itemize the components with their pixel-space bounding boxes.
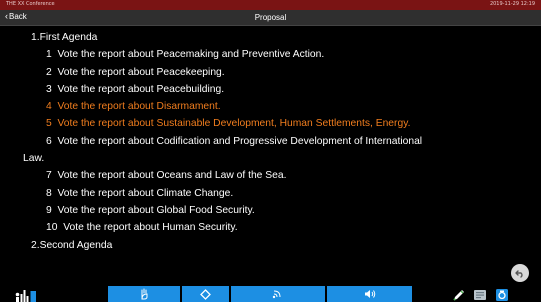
status-bar-right-text: 2019-11-29 12:19 — [489, 1, 535, 7]
agenda-item-6[interactable]: 6 Vote the report about Codification and… — [0, 133, 541, 168]
document-button[interactable] — [473, 288, 487, 302]
undo-button[interactable] — [511, 264, 529, 282]
agenda-item-text: Vote the report about Peacemaking and Pr… — [57, 49, 325, 61]
agenda-item-text: Vote the report about Peacebuilding. — [57, 83, 225, 95]
agenda-item-2[interactable]: 2 Vote the report about Peacekeeping. — [0, 64, 541, 81]
second-agenda-heading[interactable]: 2.Second Agenda — [0, 237, 541, 254]
agenda-item-1[interactable]: 1 Vote the report about Peacemaking and … — [0, 46, 541, 63]
agenda-item-number: 9 — [46, 204, 52, 216]
camera-icon — [496, 289, 508, 301]
diamond-icon — [200, 288, 211, 300]
agenda-item-7[interactable]: 7 Vote the report about Oceans and Law o… — [0, 167, 541, 184]
agenda-item-text: Vote the report about Codification and P… — [57, 135, 423, 147]
pen-button[interactable] — [452, 288, 466, 302]
agenda-item-text: Vote the report about Peacekeeping. — [57, 66, 225, 78]
agenda-item-text: Vote the report about Climate Change. — [57, 187, 234, 199]
bottom-toolbar — [0, 286, 541, 302]
speaker-icon — [364, 290, 375, 298]
agenda-item-number: 10 — [46, 222, 58, 234]
agenda-item-text: Vote the report about Global Food Securi… — [57, 204, 255, 216]
hand-raise-button[interactable] — [108, 286, 180, 302]
agenda-item-number: 3 — [46, 83, 52, 95]
first-agenda-heading[interactable]: 1.First Agenda — [0, 29, 541, 46]
camera-button[interactable] — [495, 288, 509, 302]
proposal-content: 1.First Agenda 1 Vote the report about P… — [0, 29, 541, 254]
undo-icon — [515, 270, 523, 278]
agenda-item-5[interactable]: 5 Vote the report about Sustainable Deve… — [0, 115, 541, 132]
system-status-bar: THE XX Conference 2019-11-29 12:19 — [0, 0, 541, 10]
hand-raise-icon — [141, 288, 148, 300]
agenda-item-number: 8 — [46, 187, 52, 199]
top-navigation-bar: ‹ Back Proposal — [0, 10, 541, 26]
agenda-item-number: 6 — [46, 135, 52, 147]
agenda-item-text: Vote the report about Human Security. — [63, 222, 238, 234]
agenda-item-text: Vote the report about Disarmament. — [57, 101, 221, 113]
agenda-item-4[interactable]: 4 Vote the report about Disarmament. — [0, 98, 541, 115]
signal-icon — [272, 290, 281, 299]
vote-button[interactable] — [182, 286, 229, 302]
agenda-item-text-continuation: Law. — [23, 153, 45, 165]
equalizer-logo-icon — [15, 290, 36, 302]
signal-button[interactable] — [231, 286, 325, 302]
agenda-item-3[interactable]: 3 Vote the report about Peacebuilding. — [0, 81, 541, 98]
speaker-button[interactable] — [327, 286, 412, 302]
agenda-item-10[interactable]: 10 Vote the report about Human Security. — [0, 219, 541, 236]
agenda-item-number: 2 — [46, 66, 52, 78]
document-icon — [474, 290, 486, 300]
agenda-item-text: Vote the report about Oceans and Law of … — [57, 170, 287, 182]
agenda-item-8[interactable]: 8 Vote the report about Climate Change. — [0, 185, 541, 202]
agenda-item-9[interactable]: 9 Vote the report about Global Food Secu… — [0, 202, 541, 219]
status-bar-left-text: THE XX Conference — [6, 1, 55, 7]
page-title: Proposal — [254, 13, 287, 22]
agenda-item-number: 7 — [46, 170, 52, 182]
agenda-item-number: 5 — [46, 118, 52, 130]
agenda-item-number: 1 — [46, 49, 52, 61]
agenda-item-text: Vote the report about Sustainable Develo… — [57, 118, 411, 130]
pen-icon — [453, 290, 464, 301]
agenda-item-number: 4 — [46, 101, 52, 113]
